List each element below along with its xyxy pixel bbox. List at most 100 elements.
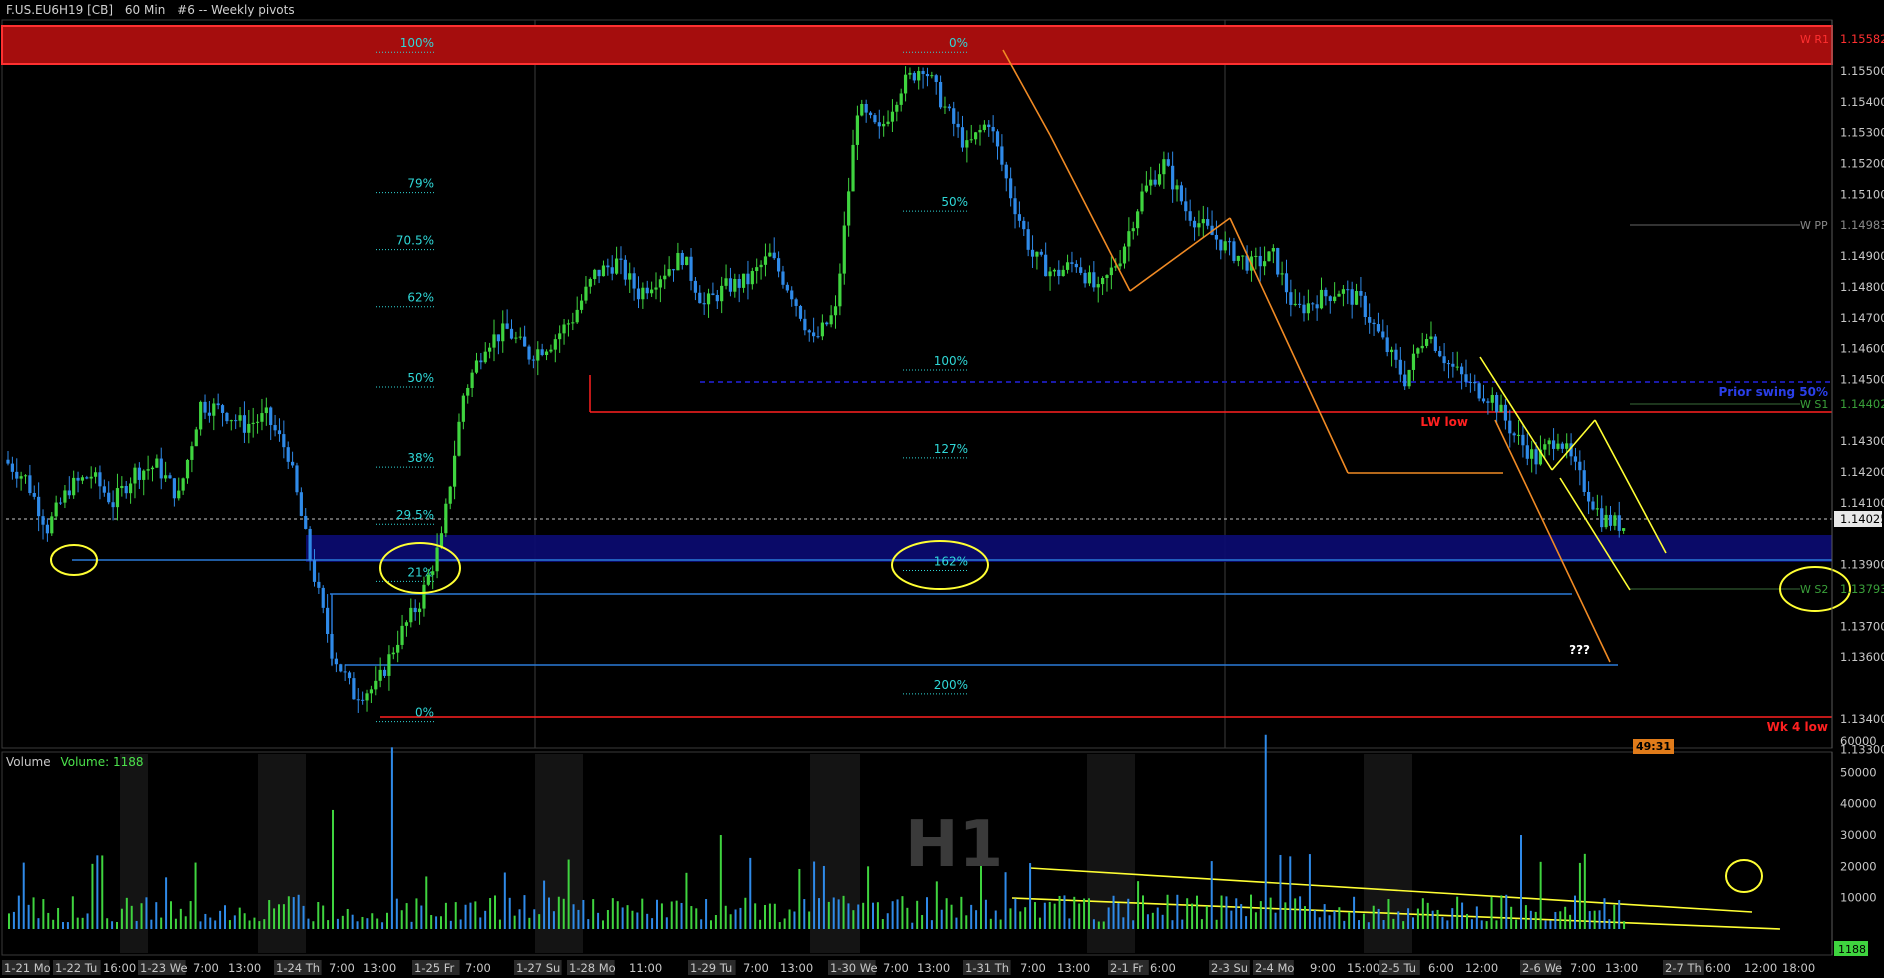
candle-down: [995, 131, 1000, 147]
volume-bar-up: [1196, 895, 1198, 929]
candle-down: [952, 108, 956, 124]
volume-bar-down: [1043, 902, 1046, 929]
volume-bar-down: [62, 922, 64, 929]
candle-up: [1061, 269, 1065, 277]
volume-bar-down: [297, 894, 300, 929]
candle-up: [404, 622, 409, 626]
volume-bar-up: [194, 862, 197, 929]
candle-down: [15, 471, 19, 479]
candle-down: [1000, 146, 1004, 165]
volume-bar-down: [449, 920, 452, 929]
time-axis: 1-21 Mo 1-22 Tu 16:00 1-23 We 7:00 13:00 1-24 …: [0, 958, 1832, 978]
candle-down: [606, 265, 610, 268]
volume-bar-up: [1559, 911, 1562, 929]
volume-bar-down: [1092, 919, 1095, 929]
volume-bar-down: [656, 899, 658, 929]
support-zone: [306, 535, 1832, 562]
volume-bar-up: [1034, 902, 1036, 929]
candle-down: [921, 71, 925, 75]
candle-up: [544, 351, 549, 356]
volume-bar-down: [597, 912, 600, 929]
symbol-label[interactable]: F.US.EU6H19 [CB]: [6, 3, 113, 17]
volume-bar-up: [327, 920, 330, 929]
candle-down: [925, 74, 930, 77]
candle-up: [1333, 296, 1337, 302]
candle-down: [37, 496, 41, 517]
pivot-label: W R1: [1800, 33, 1829, 46]
volume-bar-up: [670, 901, 673, 929]
candle-down: [715, 294, 719, 302]
volume-bar-down: [96, 855, 99, 929]
candle-up: [396, 644, 400, 653]
volume-bar-up: [1495, 920, 1498, 929]
volume-bar-down: [680, 902, 683, 929]
candle-up: [120, 485, 124, 489]
candle-up: [146, 469, 150, 471]
candle-up: [965, 140, 969, 148]
candle-up: [1241, 255, 1245, 257]
fib-levels: 100% 79% 70.5% 62% 50% 38% 29.5% 21% 0% 0% 50% 100%…: [376, 36, 968, 723]
interval-label[interactable]: 60 Min: [125, 3, 165, 17]
candle-up: [255, 421, 260, 423]
candle-up: [1407, 369, 1411, 387]
volume-bar-down: [469, 902, 472, 929]
candle-down: [632, 273, 636, 289]
volume-bar-up: [1372, 905, 1375, 929]
volume-bar-down: [420, 905, 423, 929]
time-tick-label: 2-6 We: [1522, 961, 1562, 975]
fib-mid-label: 127%: [934, 442, 968, 456]
candle-up: [1118, 263, 1122, 267]
volume-bar-up: [8, 913, 10, 929]
volume-bar-up: [538, 914, 541, 929]
fib-left-label: 29.5%: [396, 508, 434, 522]
candle-down: [527, 346, 531, 360]
volume-bar-up: [1186, 898, 1189, 929]
volume-bar-down: [1470, 919, 1473, 929]
time-tick-label: 1-30 We: [830, 961, 878, 975]
last-price-label: 1.14025: [1840, 512, 1884, 526]
candle-down: [991, 127, 995, 132]
candle-down: [102, 486, 106, 493]
candle-up: [1109, 267, 1113, 276]
candle-up: [461, 395, 465, 422]
volume-bar-down: [410, 921, 413, 929]
candles: [6, 66, 1626, 713]
candle-up: [518, 336, 522, 338]
volume-bar-up: [1569, 914, 1572, 929]
candle-down: [1070, 262, 1074, 264]
volume-bar-down: [27, 904, 30, 929]
volume-bar-up: [616, 901, 619, 929]
volume-bar-down: [145, 897, 148, 929]
candle-up: [378, 669, 382, 681]
price-tick-label: 1.14800: [1840, 280, 1884, 294]
candle-down: [1486, 401, 1490, 403]
volume-bar-up: [1294, 898, 1297, 929]
price-tick-label: 1.14300: [1840, 434, 1884, 448]
candle-down: [1258, 255, 1262, 267]
volume-bar-up: [744, 897, 747, 929]
price-tick-label: 1.13400: [1840, 712, 1884, 726]
candle-down: [1359, 291, 1363, 296]
candle-down: [1464, 374, 1468, 382]
candle-up: [1530, 449, 1534, 459]
volume-bar-up: [960, 896, 963, 929]
candle-down: [41, 516, 45, 525]
candle-up: [1341, 289, 1346, 294]
volume-bar-down: [803, 899, 806, 929]
volume-bar-up: [125, 897, 128, 929]
candle-up: [579, 300, 584, 310]
volume-bar-up: [1304, 906, 1306, 929]
volume-bar-down: [930, 920, 933, 929]
volume-bar-down: [582, 899, 585, 929]
volume-bar-down: [636, 912, 639, 929]
candle-down: [1083, 272, 1087, 284]
volume-bar-down: [587, 919, 590, 929]
orange-trendline: [1049, 134, 1131, 292]
candle-up: [1122, 246, 1127, 264]
candle-up: [1389, 349, 1394, 353]
volume-bar-down: [508, 897, 511, 929]
candle-up: [882, 123, 886, 127]
candle-up: [63, 490, 67, 503]
volume-bar-up: [1191, 903, 1194, 929]
fib-mid-label: 100%: [934, 354, 968, 368]
